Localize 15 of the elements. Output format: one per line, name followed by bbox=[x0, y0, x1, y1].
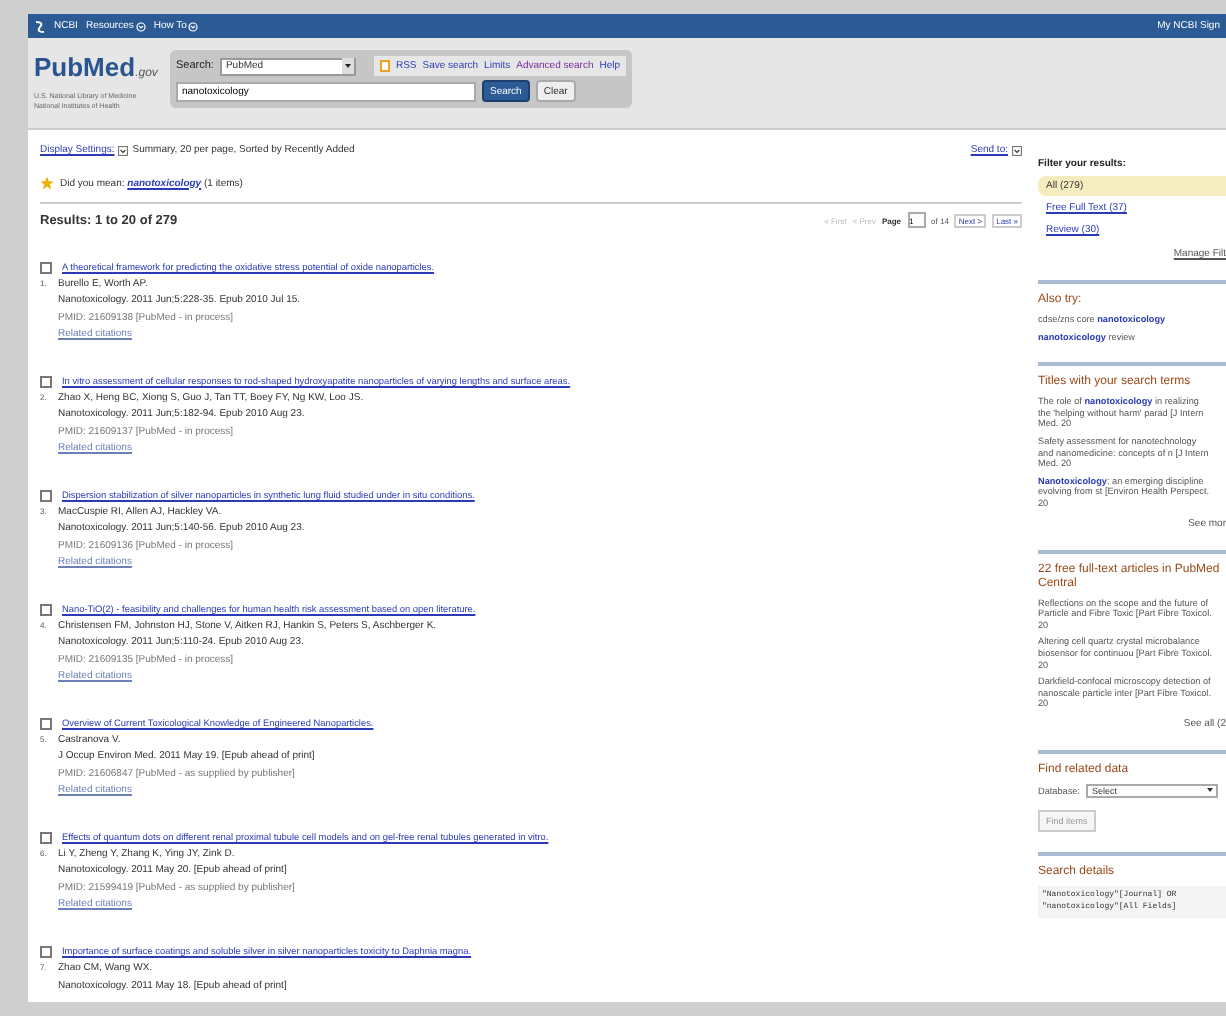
result-checkbox[interactable] bbox=[40, 718, 52, 731]
caret-icon bbox=[188, 21, 199, 31]
caret-icon bbox=[1012, 145, 1022, 155]
result-checkbox[interactable] bbox=[40, 832, 52, 845]
rss-icon bbox=[379, 60, 390, 72]
result-checkbox[interactable] bbox=[40, 604, 52, 617]
caret-icon bbox=[118, 145, 129, 155]
caret-icon bbox=[1206, 786, 1214, 795]
caret-icon bbox=[135, 21, 146, 31]
result-checkbox[interactable] bbox=[40, 262, 52, 275]
result-checkbox[interactable] bbox=[40, 376, 52, 389]
result-checkbox[interactable] bbox=[40, 946, 52, 959]
result-checkbox[interactable] bbox=[40, 490, 52, 503]
caret-icon bbox=[341, 58, 354, 74]
star-icon bbox=[40, 176, 54, 190]
